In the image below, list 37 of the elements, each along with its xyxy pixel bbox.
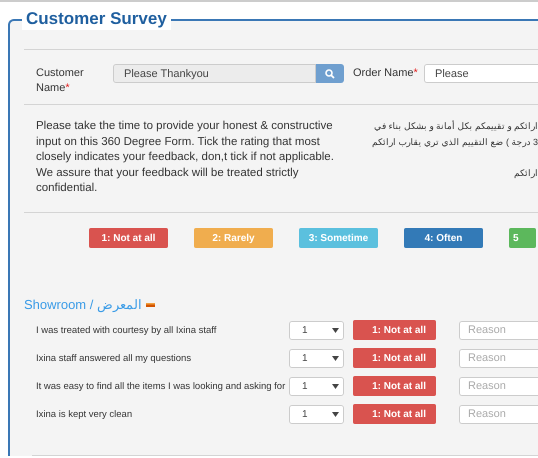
question-text: I was treated with courtesy by all Ixina staff <box>36 324 218 336</box>
rating-legend-label: 2: Rarely <box>194 228 273 248</box>
reason-field[interactable]: Reason <box>459 376 538 396</box>
instructions-text: Please take the time to provide your honest & constructive input on this 360 Degree Form. Tick the rating that most closely indicates your feedback, don,t tick if not applicable. We assure that your feedback will be treated strictly confidential. <box>36 119 335 196</box>
rating-legend-label: 3: Sometime <box>299 228 378 248</box>
caret-icon <box>332 384 339 388</box>
rating-badge: 1: Not at all <box>353 348 436 368</box>
rating-legend-label: 4: Often <box>404 228 483 248</box>
reason-field[interactable]: Reason <box>459 404 538 424</box>
reason-field[interactable]: Reason <box>459 320 538 340</box>
arabic-instructions-line: ارائكم <box>514 166 538 180</box>
arabic-instructions-line: 3 درجة ) ضع التقييم الذي تري يقارب ارائكم <box>372 136 538 150</box>
arabic-instructions-line: ارائكم و تقييمكم بكل أمانة و بشكل بناء في <box>374 119 538 134</box>
minus-icon[interactable] <box>146 302 155 308</box>
search-icon <box>325 68 335 78</box>
rating-badge: 1: Not at all <box>353 376 436 396</box>
rating-badge: 1: Not at all <box>353 404 436 424</box>
reason-field[interactable]: Reason <box>459 348 538 368</box>
rating-dropdown[interactable]: 1 <box>289 404 344 424</box>
caret-icon <box>332 356 339 360</box>
customer-name-field[interactable]: Please Thankyou <box>113 64 316 83</box>
question-text: Ixina staff answered all my questions <box>36 352 192 364</box>
caret-icon <box>332 328 339 332</box>
rating-dropdown[interactable]: 1 <box>289 348 344 368</box>
question-text: It was easy to find all the items I was looking and asking for <box>36 380 286 392</box>
rating-legend-label: 5 <box>509 228 536 248</box>
search-button[interactable] <box>316 64 344 83</box>
section-title: Showroom / المعرض <box>24 297 142 312</box>
order-name-label: Order Name* <box>353 66 419 81</box>
question-text: Ixina is kept very clean <box>36 408 134 420</box>
rating-dropdown[interactable]: 1 <box>289 376 344 396</box>
order-name-field[interactable]: Please <box>424 64 538 83</box>
rating-legend-label: 1: Not at all <box>89 228 168 248</box>
caret-icon <box>332 412 339 416</box>
rating-dropdown[interactable]: 1 <box>289 320 344 340</box>
customer-name-label: Customer Name* <box>36 66 85 96</box>
rating-badge: 1: Not at all <box>353 320 436 340</box>
